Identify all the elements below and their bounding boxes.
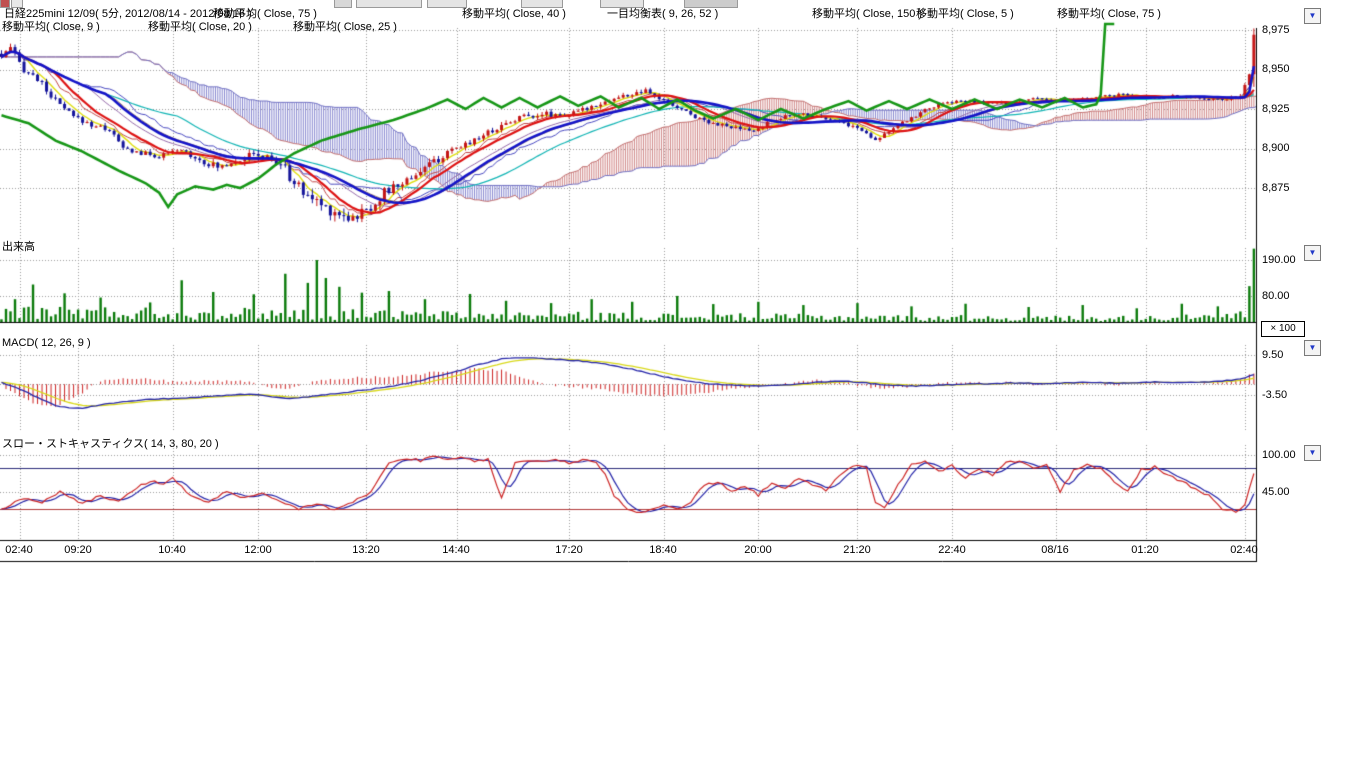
macd-axis-label: -3.50 (1262, 389, 1287, 401)
price-axis-label: 8,975 (1262, 24, 1290, 36)
legend-item-ma25: 移動平均( Close, 25 ) (293, 21, 397, 33)
price-axis-label: 8,875 (1262, 182, 1290, 194)
legend-item-ma150: 移動平均( Close, 150 ) (812, 8, 922, 20)
time-tick-label: 09:20 (58, 544, 98, 556)
volume-axis-label: 80.00 (1262, 290, 1290, 302)
volume-panel-dropdown-button[interactable]: ▼ (1304, 245, 1321, 261)
volume-axis-label: 190.00 (1262, 254, 1296, 266)
chevron-down-icon: ▼ (1309, 11, 1317, 20)
time-tick-label: 17:20 (549, 544, 589, 556)
time-tick-label: 20:00 (738, 544, 778, 556)
chevron-down-icon: ▼ (1309, 248, 1317, 257)
time-tick-label: 22:40 (932, 544, 972, 556)
toolbar-fragment-button[interactable] (521, 0, 563, 8)
toolbar-fragment-button[interactable] (334, 0, 352, 8)
stoch-axis-label: 100.00 (1262, 449, 1296, 461)
price-panel-dropdown-button[interactable]: ▼ (1304, 8, 1321, 24)
time-tick-label: 10:40 (152, 544, 192, 556)
toolbar-fragment-button[interactable] (684, 0, 738, 8)
legend-item-ichimoku: 一目均衡表( 9, 26, 52 ) (607, 8, 718, 20)
stoch-panel-label: スロー・ストキャスティクス( 14, 3, 80, 20 ) (2, 438, 219, 450)
legend-item-ma9: 移動平均( Close, 9 ) (2, 21, 100, 33)
toolbar-fragment-button[interactable] (427, 0, 467, 8)
price-axis-label: 8,900 (1262, 142, 1290, 154)
time-tick-label: 01:20 (1125, 544, 1165, 556)
chart-canvas[interactable] (0, 0, 1258, 563)
price-axis-label: 8,950 (1262, 63, 1290, 75)
legend-item-ma75: 移動平均( Close, 75 ) (213, 8, 317, 20)
legend-item-ma20: 移動平均( Close, 20 ) (148, 21, 252, 33)
time-tick-label: 18:40 (643, 544, 683, 556)
chevron-down-icon: ▼ (1309, 343, 1317, 352)
stoch-axis-label: 45.00 (1262, 486, 1290, 498)
trading-chart-screen: 日経225mini 12/09( 5分, 2012/08/14 - 2012/0… (0, 0, 1366, 768)
toolbar-fragment-button[interactable] (356, 0, 422, 8)
time-tick-label: 13:20 (346, 544, 386, 556)
time-tick-label: 12:00 (238, 544, 278, 556)
macd-panel-dropdown-button[interactable]: ▼ (1304, 340, 1321, 356)
price-axis-label: 8,925 (1262, 103, 1290, 115)
time-tick-label: 02:40 (1224, 544, 1264, 556)
legend-item-ma5: 移動平均( Close, 5 ) (916, 8, 1014, 20)
chevron-down-icon: ▼ (1309, 448, 1317, 457)
legend-item-ma40: 移動平均( Close, 40 ) (462, 8, 566, 20)
volume-multiplier-badge: × 100 (1261, 321, 1305, 337)
time-tick-label: 02:40 (0, 544, 39, 556)
time-tick-label: 14:40 (436, 544, 476, 556)
stoch-panel-dropdown-button[interactable]: ▼ (1304, 445, 1321, 461)
toolbar-fragment-button[interactable] (11, 0, 23, 8)
macd-axis-label: 9.50 (1262, 349, 1283, 361)
time-tick-label: 08/16 (1035, 544, 1075, 556)
toolbar-fragment-button[interactable] (600, 0, 644, 8)
time-tick-label: 21:20 (837, 544, 877, 556)
legend-item-ma75b: 移動平均( Close, 75 ) (1057, 8, 1161, 20)
macd-panel-label: MACD( 12, 26, 9 ) (2, 337, 91, 349)
toolbar-fragment-button[interactable] (0, 0, 10, 8)
volume-panel-label: 出来高 (2, 241, 35, 253)
